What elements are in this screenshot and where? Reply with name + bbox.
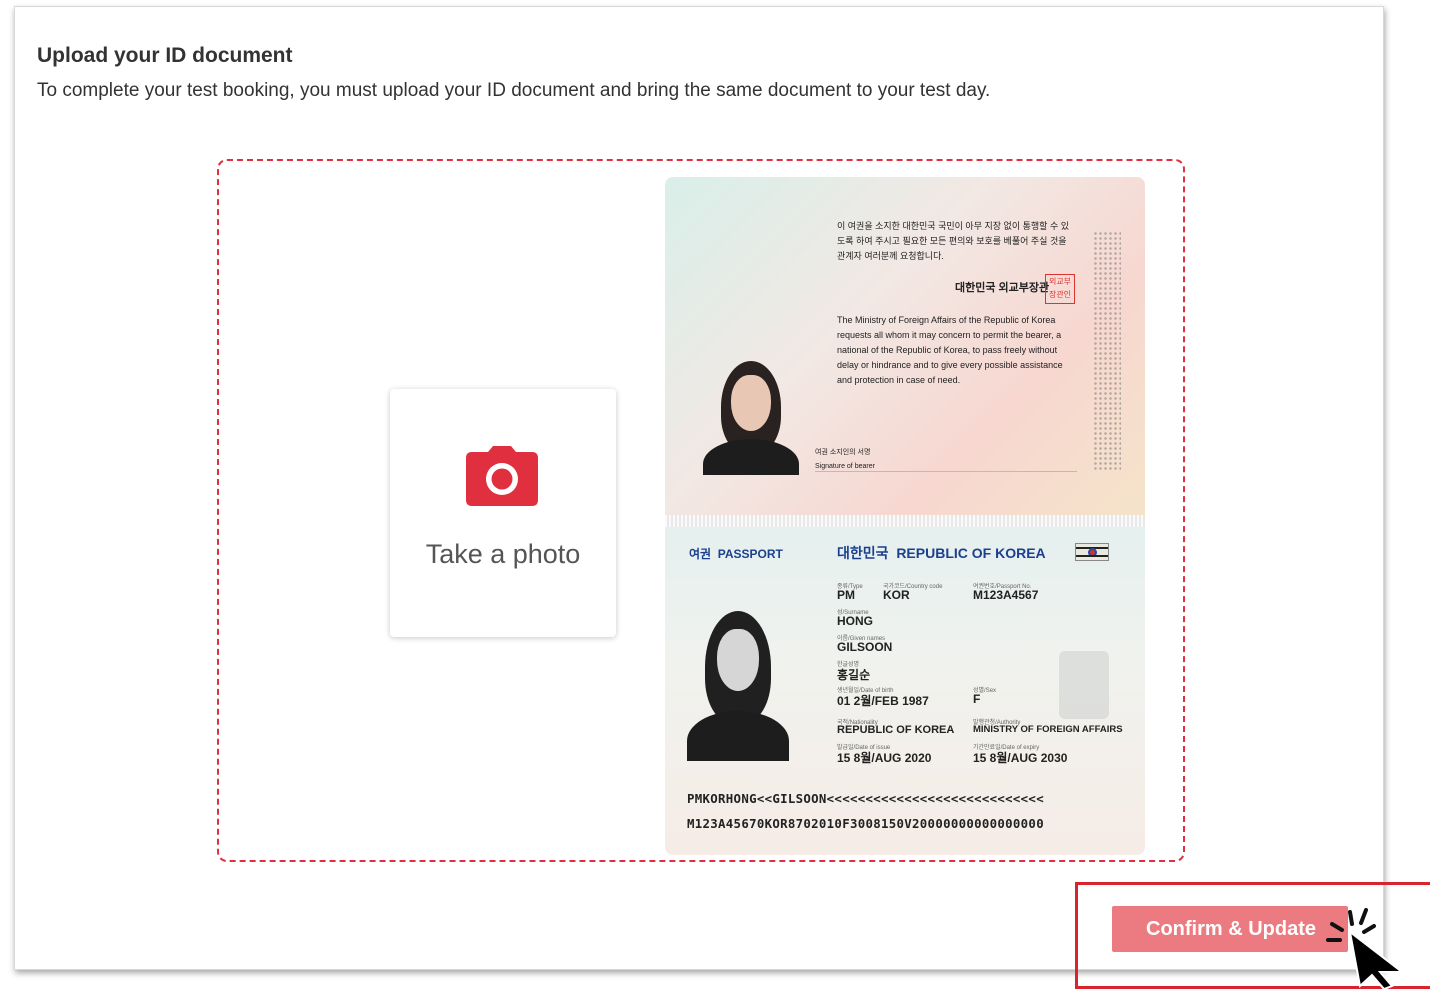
page-subtitle: To complete your test booking, you must … xyxy=(37,80,991,101)
dob-value: 01 2월/FEB 1987 xyxy=(837,694,929,708)
upload-card: Upload your ID document To complete your… xyxy=(14,6,1384,970)
nationality-value: REPUBLIC OF KOREA xyxy=(837,724,955,736)
passport-data-page: 여권 PASSPORT 대한민국 REPUBLIC OF KOREA 종류/Ty… xyxy=(665,527,1145,855)
ghost-portrait xyxy=(1059,651,1109,719)
confirm-update-button[interactable]: Confirm & Update xyxy=(1112,906,1348,952)
passport-no-value: M123A4567 xyxy=(973,588,1039,602)
expiry-date-value: 15 8월/AUG 2030 xyxy=(973,751,1068,765)
page-title: Upload your ID document xyxy=(37,44,293,67)
passport-label-kr: 여권 xyxy=(689,547,712,561)
passport-sample-image: 이 여권을 소지한 대한민국 국민이 아무 지장 없이 통행할 수 있도록 하여… xyxy=(665,177,1145,855)
bearer-portrait xyxy=(687,607,789,761)
signature-line xyxy=(815,471,1077,472)
passport-label: 여권 PASSPORT xyxy=(689,545,783,562)
passport-seal: 외교부 장관인 xyxy=(1045,274,1075,304)
upload-dropzone[interactable]: Take a photo 이 여권을 소지한 대한민국 국민이 아무 지장 없이… xyxy=(217,159,1185,862)
mrz-line-1: PMKORHONG<<GILSOON<<<<<<<<<<<<<<<<<<<<<<… xyxy=(687,791,1044,806)
country-code-value: KOR xyxy=(883,588,910,602)
surname-value: HONG xyxy=(837,614,873,628)
take-photo-label: Take a photo xyxy=(425,539,581,569)
passport-fold xyxy=(665,515,1145,527)
passport-label-en: PASSPORT xyxy=(717,547,783,561)
issue-date-value: 15 8월/AUG 2020 xyxy=(837,751,932,765)
given-names-value: GILSOON xyxy=(837,640,893,654)
passport-country-kr: 대한민국 xyxy=(837,545,889,561)
korea-flag-icon xyxy=(1075,543,1109,561)
passport-request-page: 이 여권을 소지한 대한민국 국민이 아무 지장 없이 통행할 수 있도록 하여… xyxy=(665,177,1145,515)
passport-request-en: The Ministry of Foreign Affairs of the R… xyxy=(837,315,1063,385)
signature-label-kr: 여권 소지인의 서명 xyxy=(815,449,871,456)
passport-perforation xyxy=(1093,231,1121,471)
camera-icon xyxy=(466,446,538,506)
passport-country-en: REPUBLIC OF KOREA xyxy=(896,545,1046,561)
passport-request-kr: 이 여권을 소지한 대한민국 국민이 아무 지장 없이 통행할 수 있도록 하여… xyxy=(837,221,1070,261)
sex-value: F xyxy=(973,692,981,706)
click-pointer-icon xyxy=(1326,908,1405,989)
bearer-portrait-small xyxy=(703,357,799,475)
type-value: PM xyxy=(837,588,855,602)
mrz-line-2: M123A45670KOR8702010F3008150V20000000000… xyxy=(687,816,1044,831)
korean-name-value: 홍길순 xyxy=(837,668,871,682)
passport-country: 대한민국 REPUBLIC OF KOREA xyxy=(837,543,1046,563)
passport-minister: 대한민국 외교부장관 xyxy=(955,282,1050,294)
authority-value: MINISTRY OF FOREIGN AFFAIRS xyxy=(973,724,1123,735)
take-photo-button[interactable]: Take a photo xyxy=(390,389,616,637)
